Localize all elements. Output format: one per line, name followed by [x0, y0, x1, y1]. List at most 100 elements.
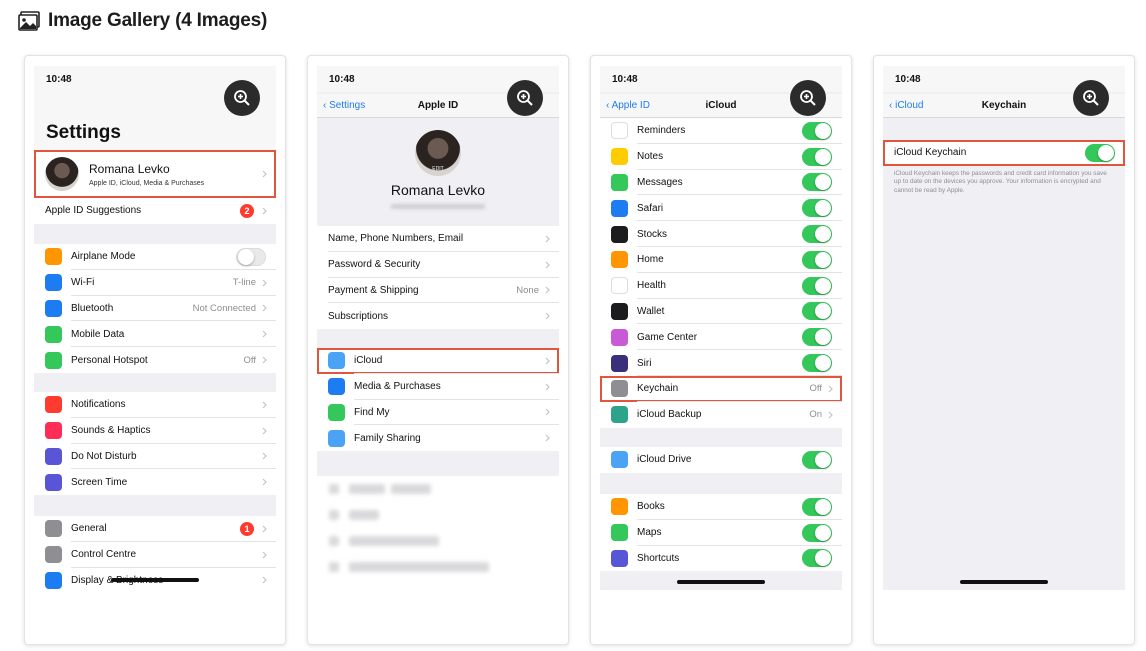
toggle-switch[interactable]	[802, 354, 832, 373]
settings-row-mobile-data[interactable]: Mobile Data	[34, 321, 276, 348]
speaker-icon	[45, 422, 62, 440]
settings-row-books[interactable]: Books	[600, 494, 842, 520]
chevron-right-icon	[545, 409, 550, 416]
toggle-switch[interactable]	[802, 549, 832, 568]
toggle-switch[interactable]	[802, 225, 832, 244]
settings-row-reminders[interactable]: Reminders	[600, 118, 842, 144]
switches-icon	[45, 546, 62, 564]
settings-row-keychain[interactable]: Keychain Off	[600, 375, 842, 402]
app-store-icon	[328, 378, 345, 396]
settings-row-maps[interactable]: Maps	[600, 520, 842, 546]
settings-row-shortcuts[interactable]: Shortcuts	[600, 546, 842, 572]
row-label: Control Centre	[71, 549, 137, 561]
toggle-switch[interactable]	[802, 121, 832, 140]
shortcuts-icon	[611, 549, 628, 567]
settings-row-personal-hotspot[interactable]: Personal Hotspot Off	[34, 347, 276, 373]
toggle-switch[interactable]	[802, 173, 832, 192]
row-label: Password & Security	[328, 259, 421, 271]
status-time: 10:48	[895, 74, 921, 85]
settings-row-airplane-mode[interactable]: Airplane Mode	[34, 244, 276, 270]
settings-row-sounds-haptics[interactable]: Sounds & Haptics	[34, 418, 276, 444]
settings-row-icloud[interactable]: iCloud	[317, 348, 559, 374]
settings-row-game-center[interactable]: Game Center	[600, 324, 842, 351]
chevron-right-icon	[545, 235, 550, 243]
device-row	[317, 528, 559, 554]
settings-row-general[interactable]: General 1	[34, 516, 276, 542]
toggle-switch[interactable]	[802, 199, 832, 218]
settings-row-media-purchases[interactable]: Media & Purchases	[317, 374, 559, 400]
stocks-icon	[611, 225, 628, 243]
settings-row-bluetooth[interactable]: Bluetooth Not Connected	[34, 296, 276, 322]
wifi-icon	[45, 274, 62, 292]
settings-row-wallet[interactable]: Wallet	[600, 299, 842, 325]
toggle-switch[interactable]	[802, 523, 832, 542]
blurred-email	[391, 204, 485, 209]
chevron-right-icon	[262, 305, 267, 312]
row-label: Maps	[637, 527, 662, 539]
gallery-card-1[interactable]: 10:48 Settings Romana Levko Apple ID, iC…	[24, 55, 286, 645]
settings-row-do-not-disturb[interactable]: Do Not Disturb	[34, 444, 276, 470]
settings-row-name-phone-numbers-email[interactable]: Name, Phone Numbers, Email	[317, 226, 559, 252]
settings-row-health[interactable]: Health	[600, 273, 842, 299]
chevron-right-icon	[545, 287, 550, 294]
icloud-keychain-row[interactable]: iCloud Keychain	[883, 140, 1125, 166]
avatar[interactable]: EDIT	[415, 130, 461, 176]
settings-row-password-security[interactable]: Password & Security	[317, 252, 559, 278]
settings-row-subscriptions[interactable]: Subscriptions	[317, 303, 559, 329]
home-icon	[611, 251, 628, 269]
game-center-icon	[611, 328, 628, 346]
airplane-icon	[45, 248, 62, 266]
zoom-button[interactable]	[1073, 80, 1109, 116]
settings-row-messages[interactable]: Messages	[600, 170, 842, 196]
settings-row-family-sharing[interactable]: Family Sharing	[317, 425, 559, 451]
chevron-right-icon	[545, 261, 550, 269]
toggle-switch[interactable]	[236, 247, 266, 266]
zoom-button[interactable]	[224, 80, 260, 116]
toggle-switch[interactable]	[802, 147, 832, 166]
backup-icon	[611, 406, 628, 424]
settings-row-wi-fi[interactable]: Wi-Fi T-line	[34, 270, 276, 296]
settings-row-icloud-drive[interactable]: iCloud Drive	[600, 447, 842, 473]
gallery-card-3[interactable]: 10:48 ‹ Apple ID iCloud Reminders Notes Me…	[590, 55, 852, 645]
home-indicator	[960, 580, 1048, 584]
gallery-card-4[interactable]: 10:48 ‹ iCloud Keychain iCloud Keychain …	[873, 55, 1135, 645]
display-icon	[45, 571, 62, 589]
zoom-button[interactable]	[790, 80, 826, 116]
apple-id-suggestions-row[interactable]: Apple ID Suggestions 2	[34, 198, 276, 224]
apple-id-profile-row[interactable]: Romana Levko Apple ID, iCloud, Media & P…	[34, 150, 276, 198]
row-label: Safari	[637, 202, 664, 214]
gallery-card-2[interactable]: 10:48 ‹ Settings Apple ID EDIT Romana Le…	[307, 55, 569, 645]
settings-row-control-centre[interactable]: Control Centre	[34, 542, 276, 568]
chevron-right-icon	[262, 401, 267, 409]
settings-row-home[interactable]: Home	[600, 247, 842, 273]
settings-row-payment-shipping[interactable]: Payment & Shipping None	[317, 278, 559, 304]
settings-row-icloud-backup[interactable]: iCloud Backup On	[600, 402, 842, 428]
row-label: Home	[637, 254, 664, 266]
row-label: General	[71, 523, 107, 535]
row-label: Keychain	[637, 383, 679, 395]
settings-row-screen-time[interactable]: Screen Time	[34, 469, 276, 495]
toggle-switch[interactable]	[802, 328, 832, 347]
profile-group: Romana Levko Apple ID, iCloud, Media & P…	[34, 150, 276, 224]
toggle-switch[interactable]	[802, 497, 832, 516]
toggle-switch[interactable]	[802, 276, 832, 295]
settings-row-find-my[interactable]: Find My	[317, 400, 559, 426]
settings-row-siri[interactable]: Siri	[600, 350, 842, 376]
wallet-icon	[611, 302, 628, 320]
settings-row-notifications[interactable]: Notifications	[34, 392, 276, 418]
settings-row-stocks[interactable]: Stocks	[600, 221, 842, 247]
settings-row-safari[interactable]: Safari	[600, 195, 842, 222]
icloud-keychain-toggle[interactable]	[1085, 143, 1115, 162]
toggle-switch[interactable]	[802, 450, 832, 469]
toggle-switch[interactable]	[802, 302, 832, 321]
chevron-right-icon	[545, 312, 550, 320]
toggle-switch[interactable]	[802, 250, 832, 269]
zoom-in-icon	[800, 90, 816, 106]
connectivity-group: Airplane Mode Wi-Fi T-line Bluetooth Not Con…	[34, 244, 276, 373]
services-group: iCloud Media & Purchases Find My Family Sha…	[317, 348, 559, 452]
image-gallery-icon	[18, 11, 40, 31]
zoom-button[interactable]	[507, 80, 543, 116]
row-label: Mobile Data	[71, 328, 125, 340]
row-label: Airplane Mode	[71, 251, 136, 263]
settings-row-notes[interactable]: Notes	[600, 144, 842, 170]
